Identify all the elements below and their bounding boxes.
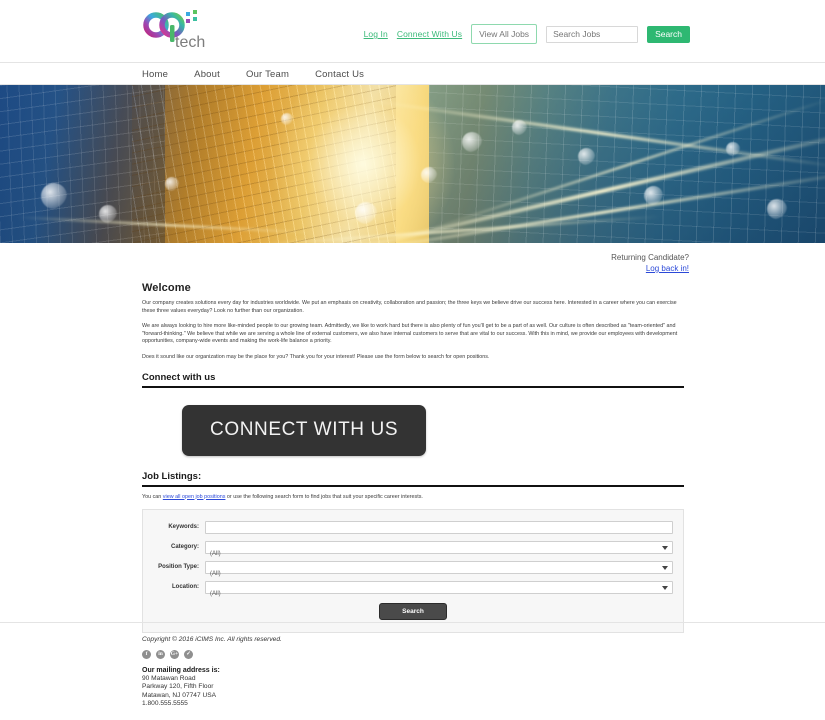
category-label: Category: bbox=[170, 544, 199, 551]
nav-item-home[interactable]: Home bbox=[142, 69, 168, 80]
svg-text:tech: tech bbox=[175, 34, 205, 51]
job-search-form: Keywords: Category: (All) Position Type:… bbox=[142, 508, 684, 633]
site-footer: Copyright © 2016 iCIMS Inc. All rights r… bbox=[142, 636, 542, 709]
job-listings-note-suffix: or use the following search form to find… bbox=[225, 493, 423, 500]
chevron-down-icon bbox=[662, 545, 668, 550]
site-header: tech Log In Connect With Us View All Job… bbox=[0, 0, 825, 62]
hero-banner-image bbox=[0, 85, 825, 243]
hero-bokeh bbox=[726, 141, 740, 156]
main-content: Welcome Our company creates solutions ev… bbox=[142, 282, 684, 633]
welcome-paragraph-3: Does it sound like our organization may … bbox=[142, 353, 490, 360]
chevron-down-icon bbox=[662, 585, 668, 590]
google-plus-icon[interactable]: G+ bbox=[170, 650, 179, 659]
hero-bokeh bbox=[280, 113, 293, 126]
header-search-button[interactable]: Search bbox=[647, 25, 690, 43]
welcome-heading: Welcome bbox=[142, 282, 191, 294]
twitter-icon[interactable]: ✓ bbox=[184, 650, 193, 659]
address-line-suite: Parkway 120, Fifth Floor bbox=[142, 683, 214, 691]
view-all-open-job-positions-link[interactable]: view all open job positions bbox=[163, 494, 226, 500]
search-jobs-input[interactable] bbox=[546, 25, 639, 43]
footer-divider bbox=[0, 622, 825, 623]
log-back-in-link[interactable]: Log back in! bbox=[611, 263, 689, 274]
nav-items: Home About Our Team Contact Us bbox=[142, 63, 364, 86]
connect-with-us-link[interactable]: Connect With Us bbox=[397, 29, 462, 39]
linkedin-icon[interactable]: in bbox=[156, 650, 165, 659]
location-select[interactable]: (All) bbox=[205, 580, 673, 597]
keywords-label: Keywords: bbox=[168, 524, 199, 531]
hero-bokeh bbox=[767, 198, 788, 219]
returning-candidate-label: Returning Candidate? bbox=[611, 253, 689, 262]
hero-bokeh bbox=[99, 205, 117, 224]
address-line-phone: 1.800.555.5555 bbox=[142, 700, 188, 708]
location-label: Location: bbox=[172, 584, 199, 591]
copyright-text: Copyright © 2016 iCIMS Inc. All rights r… bbox=[142, 636, 282, 643]
position-type-select[interactable]: (All) bbox=[205, 560, 673, 577]
nav-item-contact-us[interactable]: Contact Us bbox=[315, 69, 364, 80]
connect-with-us-button-wrap: CONNECT WITH US bbox=[182, 404, 684, 456]
form-row-keywords: Keywords: bbox=[153, 520, 673, 534]
form-row-location: Location: (All) bbox=[153, 580, 673, 597]
hero-bokeh bbox=[643, 186, 663, 206]
cptech-logo-icon: tech bbox=[143, 10, 205, 51]
keywords-input[interactable] bbox=[205, 520, 673, 534]
chevron-down-icon bbox=[662, 565, 668, 570]
category-select[interactable]: (All) bbox=[205, 540, 673, 557]
address-line-street: 90 Matawan Road bbox=[142, 675, 196, 682]
nav-item-our-team[interactable]: Our Team bbox=[246, 69, 289, 80]
view-all-jobs-button[interactable]: View All Jobs bbox=[471, 24, 538, 44]
welcome-paragraph-1: Our company creates solutions every day … bbox=[142, 300, 677, 314]
returning-candidate-block: Returning Candidate? Log back in! bbox=[611, 250, 689, 274]
connect-with-us-button[interactable]: CONNECT WITH US bbox=[182, 404, 427, 456]
position-type-selected-value: (All) bbox=[210, 570, 221, 577]
position-type-label: Position Type: bbox=[158, 564, 199, 571]
hero-bokeh bbox=[165, 176, 179, 191]
hero-bokeh bbox=[577, 148, 595, 166]
hero-bokeh bbox=[354, 201, 377, 224]
form-row-position-type: Position Type: (All) bbox=[153, 560, 673, 577]
log-in-link[interactable]: Log In bbox=[364, 29, 388, 39]
header-actions: Log In Connect With Us View All Jobs Sea… bbox=[364, 24, 690, 44]
facebook-icon[interactable]: f bbox=[142, 650, 151, 659]
location-selected-value: (All) bbox=[210, 590, 221, 597]
welcome-paragraph-2: We are always looking to hire more like-… bbox=[142, 323, 678, 345]
nav-item-about[interactable]: About bbox=[194, 69, 220, 80]
category-selected-value: (All) bbox=[210, 550, 221, 557]
job-listings-note-prefix: You can bbox=[142, 493, 163, 500]
cptech-logo[interactable]: tech bbox=[142, 8, 222, 56]
form-row-category: Category: (All) bbox=[153, 540, 673, 557]
social-links: f in G+ ✓ bbox=[142, 650, 542, 659]
job-listings-note: You can view all open job positions or u… bbox=[142, 494, 684, 500]
form-submit-row: Search bbox=[153, 602, 673, 620]
address-line-city: Matawan, NJ 07747 USA bbox=[142, 691, 217, 699]
job-search-submit-button[interactable]: Search bbox=[379, 602, 447, 620]
connect-with-us-heading: Connect with us bbox=[142, 372, 684, 388]
hero-bokeh bbox=[511, 119, 527, 135]
main-navigation: Home About Our Team Contact Us bbox=[0, 62, 825, 85]
job-listings-heading: Job Listings: bbox=[142, 471, 684, 487]
hero-bokeh bbox=[420, 167, 437, 184]
mailing-address-title: Our mailing address is: bbox=[142, 667, 220, 674]
